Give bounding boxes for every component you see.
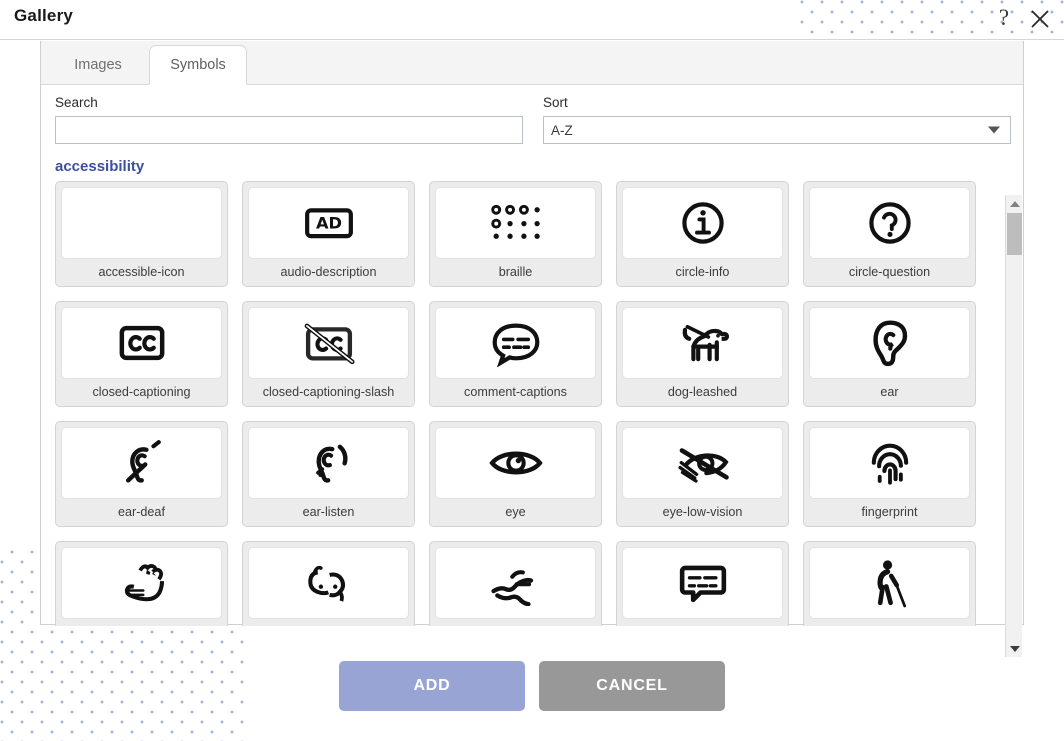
sort-selected-value: A-Z	[551, 122, 573, 138]
tab-bar: Images Symbols	[41, 41, 1023, 85]
backdrop-mask-top-left	[0, 0, 800, 40]
filter-row: Search Sort A-Z	[41, 85, 1023, 144]
gallery-dialog-panel: Images Symbols Search Sort A-Z accessibi…	[40, 41, 1024, 657]
search-input[interactable]	[55, 116, 523, 144]
vertical-scrollbar[interactable]	[1005, 195, 1022, 657]
category-heading: accessibility	[55, 158, 145, 175]
symbol-tile[interactable]: dog-leashed	[616, 301, 789, 407]
sort-select[interactable]: A-Z	[543, 116, 1011, 144]
symbol-tile-label: closed-captioning-slash	[262, 385, 395, 399]
scroll-up-arrow[interactable]	[1006, 195, 1023, 212]
symbol-tile-label: braille	[498, 265, 533, 279]
comment-captions-icon	[435, 307, 596, 379]
symbol-tile[interactable]: accessible-icon	[55, 181, 228, 287]
symbol-tile[interactable]: comment-captions	[429, 301, 602, 407]
symbol-tile[interactable]: closed-captioning	[55, 301, 228, 407]
braille-dots-icon	[435, 187, 596, 259]
cc-box-icon	[61, 307, 222, 379]
symbol-tile[interactable]: circle-info	[616, 181, 789, 287]
scrollbar-thumb[interactable]	[1007, 213, 1022, 255]
symbol-tile[interactable]: ear-deaf	[55, 421, 228, 527]
hands-holding-icon	[435, 547, 596, 619]
search-field-group: Search	[55, 95, 523, 144]
message-captions-icon	[622, 547, 783, 619]
symbol-tile[interactable]	[429, 541, 602, 626]
eye-slash-icon	[622, 427, 783, 499]
scroll-down-arrow[interactable]	[1006, 640, 1023, 657]
symbol-tile-label: circle-question	[848, 265, 931, 279]
tab-images-label: Images	[74, 57, 122, 73]
symbol-tile[interactable]: eye	[429, 421, 602, 527]
tab-images[interactable]: Images	[49, 46, 147, 84]
fingerprint-icon	[809, 427, 970, 499]
symbol-tile-label: circle-info	[675, 265, 730, 279]
close-icon[interactable]	[1026, 5, 1054, 33]
sort-label: Sort	[543, 95, 568, 110]
header-divider	[0, 39, 1064, 40]
ear-deaf-icon	[61, 427, 222, 499]
eye-icon	[435, 427, 596, 499]
symbol-tile[interactable]	[803, 541, 976, 626]
symbol-tile[interactable]: fingerprint	[803, 421, 976, 527]
symbol-tile-label: eye-low-vision	[662, 505, 743, 519]
person-cane-icon	[809, 547, 970, 619]
symbol-tile-label: ear-deaf	[118, 505, 165, 519]
blank-icon	[61, 187, 222, 259]
symbol-tile-label: accessible-icon	[98, 265, 185, 279]
circle-question-icon	[809, 187, 970, 259]
ad-box-icon: AD	[248, 187, 409, 259]
symbol-tile-label: audio-description	[280, 265, 377, 279]
symbol-tile[interactable]	[55, 541, 228, 626]
page-title: Gallery	[14, 6, 74, 25]
cc-box-slash-icon	[248, 307, 409, 379]
symbol-tile[interactable]: AD audio-description	[242, 181, 415, 287]
symbol-tile-label: dog-leashed	[667, 385, 738, 399]
hand-open-icon	[61, 547, 222, 619]
symbol-tile[interactable]: ear-listen	[242, 421, 415, 527]
symbol-tile-label: fingerprint	[861, 505, 918, 519]
hands-asl-icon	[248, 547, 409, 619]
chevron-down-icon	[988, 126, 1000, 134]
symbol-tile-label: closed-captioning	[92, 385, 191, 399]
dialog-action-row: ADD CANCEL	[0, 661, 1064, 711]
symbol-tile[interactable]	[242, 541, 415, 626]
symbol-tile-label: ear-listen	[302, 505, 355, 519]
symbol-grid: accessible-icon AD audio-description brai…	[55, 181, 990, 626]
circle-info-icon	[622, 187, 783, 259]
dog-leashed-icon	[622, 307, 783, 379]
symbol-tile[interactable]: circle-question	[803, 181, 976, 287]
symbol-grid-scroll-area[interactable]: accessible-icon AD audio-description brai…	[55, 181, 1007, 626]
sort-field-group: Sort A-Z	[543, 95, 1011, 144]
search-label: Search	[55, 95, 98, 110]
tab-symbols-label: Symbols	[170, 57, 226, 73]
symbol-tile[interactable]: eye-low-vision	[616, 421, 789, 527]
ear-icon	[809, 307, 970, 379]
symbol-tile[interactable]	[616, 541, 789, 626]
symbol-tile-label: comment-captions	[464, 385, 567, 399]
help-question-icon[interactable]: ?	[991, 5, 1017, 31]
symbol-tile[interactable]: closed-captioning-slash	[242, 301, 415, 407]
symbol-tile-label: eye	[505, 505, 526, 519]
ear-listen-icon	[248, 427, 409, 499]
tab-symbols[interactable]: Symbols	[149, 45, 247, 85]
cancel-button[interactable]: CANCEL	[539, 661, 725, 711]
symbol-tile-label: ear	[880, 385, 899, 399]
symbol-tile[interactable]: ear	[803, 301, 976, 407]
svg-text:AD: AD	[315, 214, 341, 233]
add-button[interactable]: ADD	[339, 661, 525, 711]
symbol-tile[interactable]: braille	[429, 181, 602, 287]
